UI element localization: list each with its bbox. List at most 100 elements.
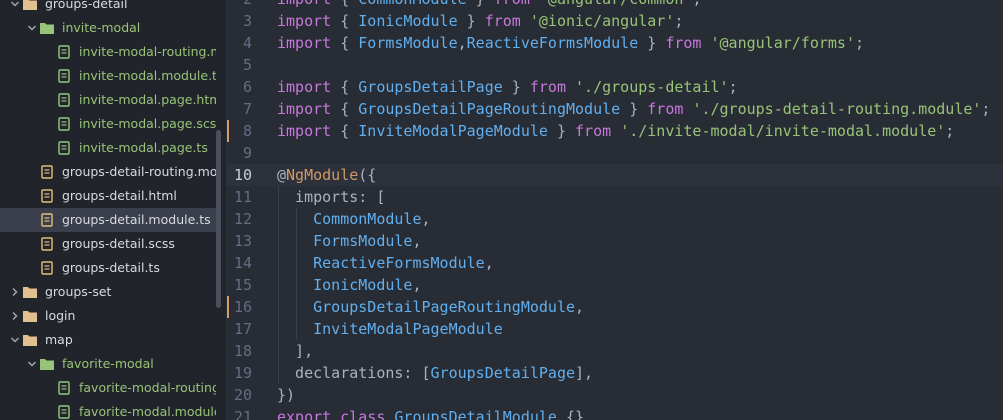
code-text: InviteModalPageModule [277,318,503,340]
file-icon [56,117,72,131]
code-line[interactable]: 7 import { GroupsDetailPageRoutingModule … [226,98,1003,120]
code-token: @ [277,166,287,184]
tree-item-label: favorite-modal-routing.module.ts [79,380,216,395]
chevron-down-icon[interactable] [10,335,20,345]
code-token: ; [674,12,684,30]
code-text: GroupsDetailPageRoutingModule, [277,296,584,318]
code-line[interactable]: 19 declarations: [GroupsDetailPage], [226,362,1003,384]
indent-guide [296,208,297,340]
chevron-right-icon[interactable] [10,311,20,321]
file-icon [56,69,72,83]
code-token: class [340,408,386,420]
code-token: ({ [358,166,377,184]
code-line[interactable]: 3 import { IonicModule } from '@ionic/ang… [226,10,1003,32]
tree-file-groups-detail.html[interactable]: groups-detail.html [0,184,216,208]
file-icon [56,93,72,107]
code-line[interactable]: 12 CommonModule, [226,208,1003,230]
chevron-down-icon[interactable] [27,23,37,33]
tree-folder-invite-modal[interactable]: invite-modal [0,16,216,40]
folder-icon [22,0,38,11]
code-text: @NgModule({ [277,164,376,186]
line-number: 12 [233,210,252,228]
code-line[interactable]: 17 InviteModalPageModule [226,318,1003,340]
code-token: ReactiveFormsModule [466,34,639,52]
code-token: { [331,100,359,118]
tree-item-label: invite-modal.page.scss [79,116,216,131]
tree-item-label: groups-detail.html [62,188,177,203]
code-line[interactable]: 18 ], [226,340,1003,362]
tree-item-label: invite-modal.module.ts [79,68,216,83]
code-line[interactable]: 4 import { FormsModule,ReactiveFormsModul… [226,32,1003,54]
code-token: ; [945,122,955,140]
file-icon [39,213,55,227]
code-line[interactable]: 11 imports: [ [226,186,1003,208]
code-line[interactable]: 6 import { GroupsDetailPage } from './gro… [226,76,1003,98]
code-text: import { InviteModalPageModule } from '.… [277,120,954,142]
code-text: FormsModule, [277,230,421,252]
code-text: ], [277,340,313,362]
code-token: } [547,122,576,140]
code-line[interactable]: 5 [226,54,1003,76]
code-token: } [457,12,485,30]
code-token: InviteModalPageModule [313,320,503,338]
chevron-down-icon[interactable] [27,359,37,369]
file-icon [39,165,55,179]
tree-folder-groups-set[interactable]: groups-set [0,280,216,304]
code-line[interactable]: 15 IonicModule, [226,274,1003,296]
tree-file-invite-modal.page.ts[interactable]: invite-modal.page.ts [0,136,216,160]
code-line[interactable]: 8 import { InviteModalPageModule } from '… [226,120,1003,142]
tree-file-favorite-modal.module.ts[interactable]: favorite-modal.module.ts [0,400,216,420]
line-number: 20 [233,386,252,404]
tree-folder-favorite-modal[interactable]: favorite-modal [0,352,216,376]
tree-file-invite-modal.page.scss[interactable]: invite-modal.page.scss [0,112,216,136]
code-token: ], [277,342,314,360]
line-number: 5 [242,56,252,74]
code-token: CommonModule [358,0,466,8]
tree-file-invite-modal.page.html[interactable]: invite-modal.page.html [0,88,216,112]
code-token: }) [277,386,296,404]
line-number: 9 [242,144,252,162]
code-token: from [575,122,612,140]
code-line[interactable]: 10 @NgModule({ [226,164,1003,186]
code-token: './groups-detail-routing.module' [692,100,982,118]
line-number: 2 [226,0,252,10]
code-line[interactable]: 9 [226,142,1003,164]
code-text: imports: [ [277,186,385,208]
sidebar-scrollbar[interactable] [216,130,221,308]
code-line[interactable]: 21 export class GroupsDetailModule {} [226,406,1003,420]
code-line[interactable]: 13 FormsModule, [226,230,1003,252]
tree-file-groups-detail.module.ts[interactable]: groups-detail.module.ts [0,208,216,232]
code-line[interactable]: 2 import { CommonModule } from '@angular/… [226,0,1003,10]
tree-file-invite-modal.module.ts[interactable]: invite-modal.module.ts [0,64,216,88]
tree-file-favorite-modal-routing.module.ts[interactable]: favorite-modal-routing.module.ts [0,376,216,400]
code-token: FormsModule [358,34,458,52]
tree-file-groups-detail.ts[interactable]: groups-detail.ts [0,256,216,280]
tree-item-label: favorite-modal [62,356,154,371]
file-tree-sidebar: groups-detail invite-modal invite-modal-ro… [0,0,226,420]
tree-item-label: groups-set [45,284,112,299]
code-token: ; [728,78,738,96]
tree-file-invite-modal-routing.module.ts[interactable]: invite-modal-routing.module.ts [0,40,216,64]
code-token: ; [981,100,991,118]
tree-file-groups-detail-routing.module.ts[interactable]: groups-detail-routing.module.ts [0,160,216,184]
code-line[interactable]: 20}) [226,384,1003,406]
code-token: CommonModule [313,210,422,228]
code-line[interactable]: 14 ReactiveFormsModule, [226,252,1003,274]
chevron-right-icon[interactable] [10,287,20,297]
chevron-down-icon[interactable] [10,0,20,9]
code-editor[interactable]: 2 import { CommonModule } from '@angular/… [226,0,1003,420]
line-number: 4 [242,34,252,52]
file-icon [39,237,55,251]
code-text: IonicModule, [277,274,421,296]
tree-folder-groups-detail[interactable]: groups-detail [0,0,216,16]
code-token: { [331,78,359,96]
tree-folder-map[interactable]: map [0,328,216,352]
tree-folder-login[interactable]: login [0,304,216,328]
tree-file-groups-detail.scss[interactable]: groups-detail.scss [0,232,216,256]
code-token: './invite-modal/invite-modal.module' [620,122,946,140]
code-token: ], [575,364,594,382]
code-line[interactable]: 16 GroupsDetailPageRoutingModule, [226,296,1003,318]
